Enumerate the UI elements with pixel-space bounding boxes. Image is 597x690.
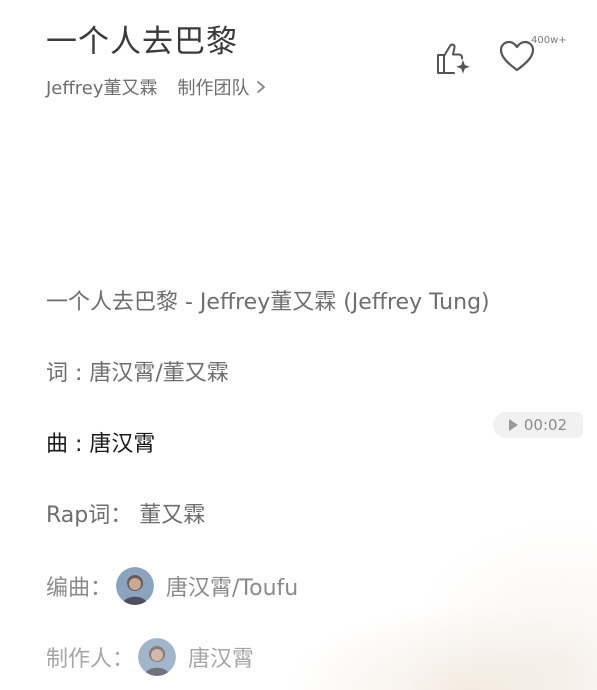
artist-link[interactable]: Jeffrey董又霖 xyxy=(46,74,158,100)
production-team-link[interactable]: 制作团队 xyxy=(178,74,268,100)
arranger-names: 唐汉霄/Toufu xyxy=(166,576,299,601)
like-button[interactable] xyxy=(432,38,472,78)
play-icon xyxy=(508,419,518,431)
lyric-line-rap-lyricist[interactable]: Rap词： 董又霖 xyxy=(46,497,205,529)
lyric-line-producer[interactable]: 制作人： 唐汉霄 xyxy=(46,638,254,676)
song-title: 一个人去巴黎 xyxy=(46,24,238,60)
seek-time: 00:02 xyxy=(523,416,568,434)
arranger-label: 编曲： xyxy=(46,576,113,601)
seek-timestamp-button[interactable]: 00:02 xyxy=(493,412,583,438)
favorite-button[interactable]: 400w+ xyxy=(498,35,582,76)
lyric-line-lyricist[interactable]: 词 : 唐汉霄/董又霖 xyxy=(46,355,229,387)
producer-label: 制作人： xyxy=(46,647,135,672)
production-team-label: 制作团队 xyxy=(177,78,250,99)
producer-names: 唐汉霄 xyxy=(188,647,255,672)
song-subline: Jeffrey董又霖 制作团队 xyxy=(46,74,268,100)
chevron-right-icon xyxy=(256,81,265,93)
avatar[interactable] xyxy=(116,567,155,605)
lyric-line-arranger[interactable]: 编曲： 唐汉霄/Toufu xyxy=(46,567,298,605)
thumbs-up-sparkle-icon xyxy=(437,43,470,74)
favorite-count: 400w+ xyxy=(531,35,567,46)
lyric-line-title[interactable]: 一个人去巴黎 - Jeffrey董又霖 (Jeffrey Tung) xyxy=(46,284,490,316)
avatar[interactable] xyxy=(138,638,177,676)
lyric-line-composer-active[interactable]: 曲 : 唐汉霄 xyxy=(46,426,155,458)
